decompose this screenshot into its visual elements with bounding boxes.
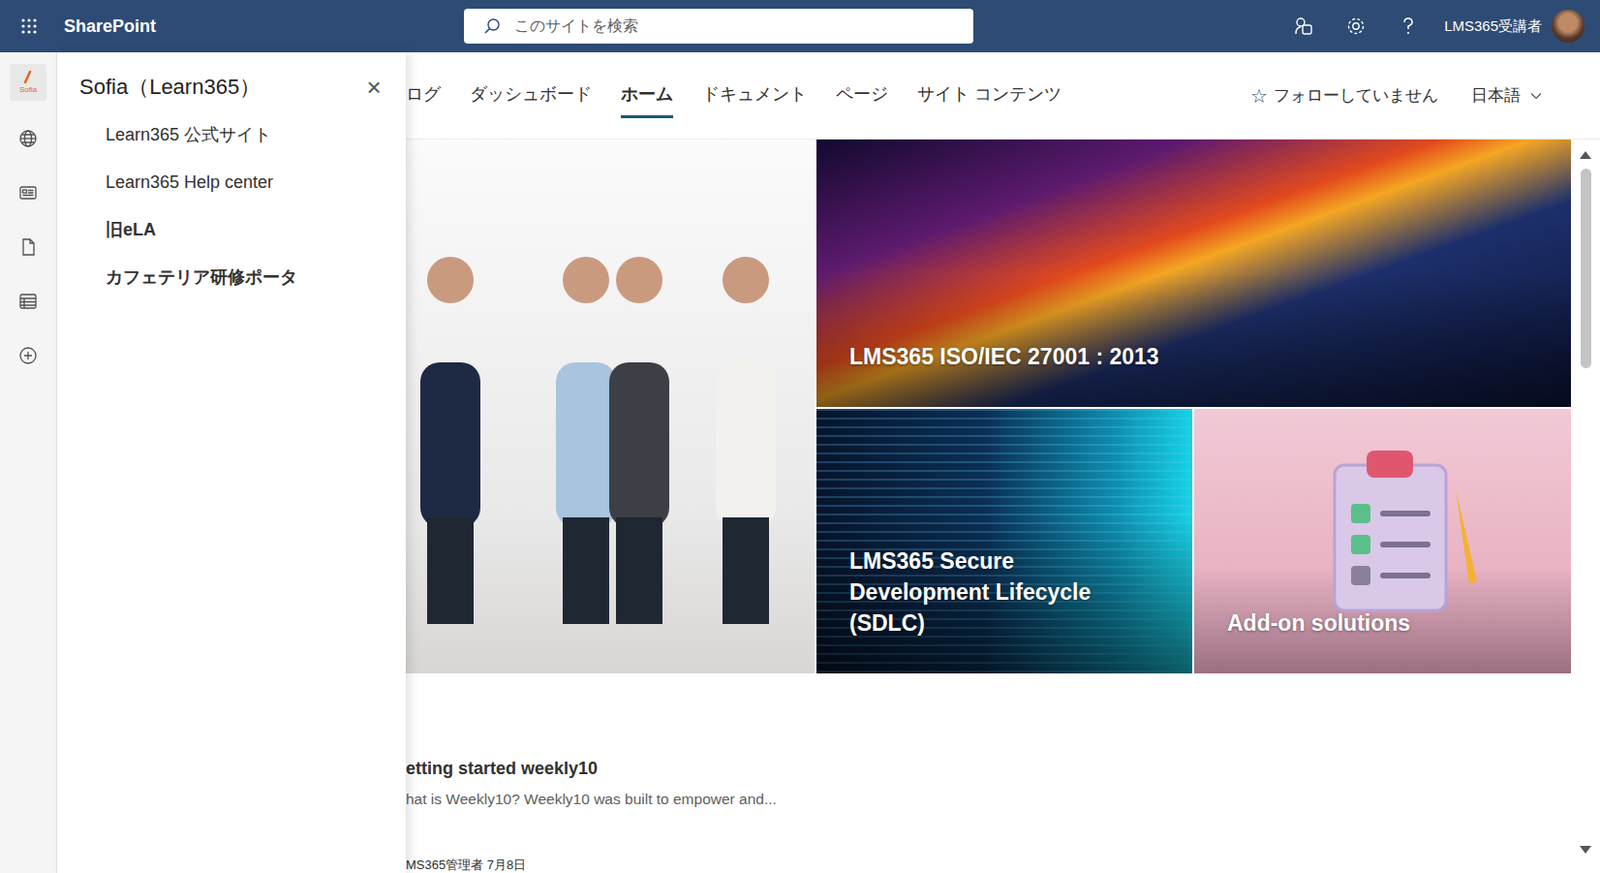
hero-tile[interactable]: LMS365 ISO/IEC 27001 : 2013 [816, 139, 1571, 407]
sofia-logo[interactable]: Sofia [9, 63, 47, 101]
user-avatar[interactable] [1551, 9, 1585, 43]
search-icon [483, 17, 501, 35]
globe-icon[interactable] [11, 122, 45, 155]
scroll-down-icon[interactable] [1579, 845, 1592, 854]
language-dropdown[interactable]: 日本語 [1471, 84, 1542, 107]
user-name[interactable]: LMS365受講者 [1444, 17, 1542, 36]
chevron-down-icon [1530, 92, 1542, 100]
panel-link[interactable]: Learn365 Help center [105, 169, 406, 195]
file-icon[interactable] [11, 230, 45, 264]
suite-bar: SharePoint このサイトを検索 LMS365受講者 [0, 0, 1600, 53]
panel-link[interactable]: カフェテリア研修ポータ [105, 264, 406, 290]
scrollbar[interactable] [1570, 139, 1600, 873]
scroll-thumb[interactable] [1580, 168, 1592, 369]
nav-item[interactable]: ドキュメント [702, 72, 807, 119]
news-item[interactable]: etting started weekly10 hat is Weekly10?… [405, 758, 1571, 873]
list-icon[interactable] [11, 284, 45, 318]
nav-item[interactable]: ログ [405, 72, 441, 119]
add-icon[interactable] [11, 338, 45, 372]
hero-tile[interactable]: LMS365 Secure Development Lifecycle (SDL… [816, 408, 1193, 674]
scroll-up-icon[interactable] [1579, 151, 1592, 159]
panel-link[interactable]: Learn365 公式サイト [105, 122, 406, 148]
hero-web-part: LMS365 ISO/IEC 27001 : 2013 LMS365 Secur… [405, 139, 1571, 674]
nav-item[interactable]: ダッシュボード [469, 72, 592, 119]
panel-link[interactable]: 旧eLA [105, 216, 406, 243]
site-content: ログダッシュボードホームドキュメントページサイト コンテンツ ☆フォローしていま… [405, 52, 1600, 873]
conversation-icon[interactable] [1292, 15, 1315, 37]
help-icon[interactable] [1397, 15, 1419, 37]
follow-button[interactable]: ☆フォローしていません [1250, 84, 1439, 108]
nav-item[interactable]: ページ [835, 72, 889, 119]
news-web-part: etting started weekly10 hat is Weekly10?… [405, 673, 1571, 873]
app-launcher-icon[interactable] [0, 0, 59, 53]
hero-tile[interactable]: Add-on solutions [1194, 408, 1571, 674]
site-navigation: ログダッシュボードホームドキュメントページサイト コンテンツ ☆フォローしていま… [405, 52, 1600, 140]
nav-item[interactable]: ホーム [620, 72, 674, 119]
sofia-flyout-panel: Sofia（Learn365） × Learn365 公式サイト Learn365… [57, 52, 406, 873]
hero-photo[interactable] [405, 139, 815, 674]
search-box[interactable]: このサイトを検索 [463, 8, 974, 44]
clipboard-icon [1310, 435, 1495, 620]
settings-gear-icon[interactable] [1345, 15, 1367, 37]
app-name[interactable]: SharePoint [63, 16, 156, 37]
sharepoint-window: SharePoint このサイトを検索 LMS365受講者 Sofia Sofi… [0, 0, 1600, 873]
news-icon[interactable] [11, 176, 45, 210]
panel-title: Sofia（Learn365） [79, 72, 261, 102]
app-bar: Sofia [0, 52, 58, 873]
nav-item[interactable]: サイト コンテンツ [917, 72, 1062, 119]
close-button[interactable]: × [359, 74, 389, 100]
